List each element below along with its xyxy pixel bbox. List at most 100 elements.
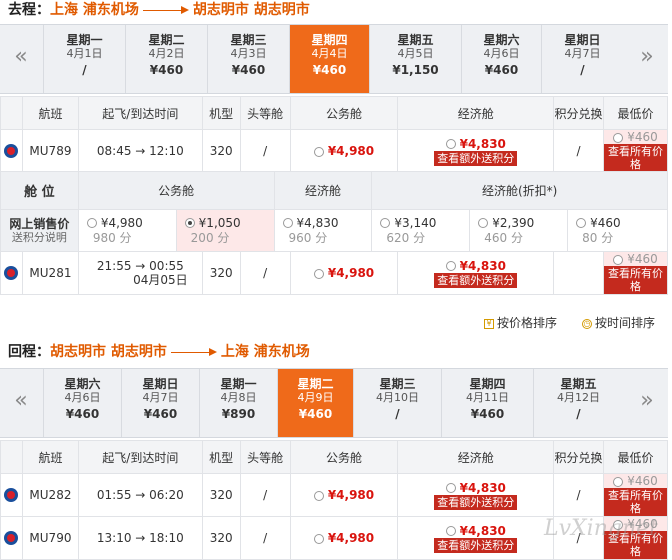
fare-option-selected[interactable]: ¥1,050 200 分 [175, 209, 275, 252]
view-extra-points-button[interactable]: 查看额外送积分 [434, 150, 518, 166]
outbound-day-4-selected[interactable]: 星期四 4月4日 ¥460 [289, 25, 369, 93]
first-class-fare: / [239, 251, 291, 295]
outbound-label: 去程： [8, 2, 50, 18]
fare-radio[interactable] [380, 218, 391, 228]
radio-business[interactable] [313, 490, 324, 501]
sort-by-price-link[interactable]: ¥ 按价格排序 [484, 314, 557, 331]
fare-radio[interactable] [86, 218, 97, 228]
lowest-fare-option[interactable]: ¥460 查看所有价格 [603, 129, 668, 173]
radio-business[interactable] [313, 533, 324, 544]
site-watermark: LvXingnet [543, 516, 658, 541]
day-date: 4月7日 [564, 47, 601, 60]
header-lowest: 最低价 [603, 440, 668, 474]
return-day-4-selected[interactable]: 星期二 4月9日 ¥460 [277, 369, 353, 437]
lowest-price: ¥460 [627, 252, 658, 266]
return-day-1[interactable]: 星期六 4月6日 ¥460 [43, 369, 121, 437]
next-week-icon[interactable]: » [626, 25, 668, 93]
points-redeem [553, 251, 605, 295]
fare-price: ¥3,140 [394, 215, 437, 230]
prev-week-icon[interactable]: « [0, 369, 42, 437]
radio-economy[interactable] [445, 526, 456, 536]
outbound-day-2[interactable]: 星期二 4月2日 ¥460 [125, 25, 207, 93]
radio-lowest[interactable] [613, 476, 624, 487]
outbound-day-5[interactable]: 星期五 4月5日 ¥1,150 [369, 25, 461, 93]
view-extra-points-button[interactable]: 查看额外送积分 [434, 494, 518, 510]
return-to: 上海 浦东机场 [220, 344, 310, 360]
economy-price: ¥4,830 [459, 480, 506, 495]
view-all-prices-button[interactable]: 查看所有价格 [604, 488, 667, 516]
view-all-prices-button[interactable]: 查看所有价格 [604, 144, 667, 172]
table-header-row: 航班 起飞/到达时间 机型 头等舱 公务舱 经济舱 积分兑换 最低价 [0, 440, 668, 474]
clock-icon: ◷ [582, 318, 592, 329]
return-day-5[interactable]: 星期三 4月10日 / [353, 369, 441, 437]
radio-economy[interactable] [445, 261, 456, 271]
day-weekday: 星期三 [230, 33, 267, 47]
first-class-fare: / [239, 473, 291, 517]
view-all-prices-button[interactable]: 查看所有价格 [604, 266, 667, 294]
header-aircraft: 机型 [201, 440, 241, 474]
radio-lowest[interactable] [613, 132, 624, 143]
view-extra-points-button[interactable]: 查看额外送积分 [434, 272, 518, 288]
lowest-price: ¥460 [627, 474, 658, 488]
business-fare-option[interactable]: ¥4,980 [289, 129, 399, 173]
outbound-day-6[interactable]: 星期六 4月6日 ¥460 [461, 25, 541, 93]
view-extra-points-button[interactable]: 查看额外送积分 [434, 537, 518, 553]
fare-radio[interactable] [184, 218, 195, 228]
aircraft-type: 320 [201, 473, 241, 517]
next-week-icon[interactable]: » [626, 369, 668, 437]
lowest-fare-option[interactable]: ¥460 查看所有价格 [603, 251, 668, 295]
aircraft-type: 320 [201, 516, 241, 560]
return-day-3[interactable]: 星期一 4月8日 ¥890 [199, 369, 277, 437]
fare-points: 80 分 [582, 230, 614, 245]
economy-fare-option[interactable]: ¥4,830 查看额外送积分 [397, 129, 555, 173]
header-lowest: 最低价 [603, 96, 668, 130]
fare-option[interactable]: ¥4,830 960 分 [273, 209, 373, 252]
points-explain-link[interactable]: 送积分说明 [1, 231, 78, 245]
day-weekday: 星期一 [66, 33, 103, 47]
outbound-day-3[interactable]: 星期三 4月3日 ¥460 [207, 25, 289, 93]
outbound-day-1[interactable]: 星期一 4月1日 / [43, 25, 125, 93]
aircraft-type: 320 [201, 129, 241, 173]
economy-fare-option[interactable]: ¥4,830 查看额外送积分 [397, 251, 555, 295]
prev-week-icon[interactable]: « [0, 25, 42, 93]
radio-economy[interactable] [445, 139, 456, 149]
fare-radio[interactable] [576, 218, 587, 228]
fare-radio[interactable] [282, 218, 293, 228]
day-weekday: 星期六 [64, 377, 101, 391]
radio-economy[interactable] [445, 483, 456, 493]
business-fare-option[interactable]: ¥4,980 [289, 516, 399, 560]
fare-option[interactable]: ¥2,390 460 分 [469, 209, 569, 252]
lowest-fare-option[interactable]: ¥460 查看所有价格 [603, 473, 668, 517]
radio-business[interactable] [313, 268, 324, 279]
header-first: 头等舱 [239, 440, 291, 474]
day-price: ¥460 [312, 63, 347, 77]
radio-business[interactable] [313, 146, 324, 157]
fare-radio[interactable] [478, 218, 489, 228]
day-date: 4月3日 [230, 47, 267, 60]
day-date: 4月8日 [220, 391, 257, 404]
outbound-day-7[interactable]: 星期日 4月7日 / [541, 25, 623, 93]
aircraft-type: 320 [201, 251, 241, 295]
day-date: 4月6日 [483, 47, 520, 60]
outbound-flight-table: 航班 起飞/到达时间 机型 头等舱 公务舱 经济舱 积分兑换 最低价 MU789… [0, 96, 668, 173]
day-price: ¥460 [470, 407, 505, 421]
return-day-7[interactable]: 星期五 4月12日 / [533, 369, 623, 437]
business-fare-option[interactable]: ¥4,980 [289, 251, 399, 295]
return-day-2[interactable]: 星期日 4月7日 ¥460 [121, 369, 199, 437]
header-time: 起飞/到达时间 [77, 96, 203, 130]
economy-price: ¥4,830 [459, 523, 506, 538]
return-day-6[interactable]: 星期四 4月11日 ¥460 [441, 369, 533, 437]
airline-logo-icon [4, 266, 19, 281]
header-aircraft: 机型 [201, 96, 241, 130]
economy-fare-option[interactable]: ¥4,830 查看额外送积分 [397, 473, 555, 517]
sort-by-time-link[interactable]: ◷ 按时间排序 [582, 314, 655, 331]
radio-lowest[interactable] [613, 254, 624, 265]
day-date: 4月5日 [397, 47, 434, 60]
economy-fare-option[interactable]: ¥4,830 查看额外送积分 [397, 516, 555, 560]
fare-option[interactable]: ¥3,140 620 分 [371, 209, 471, 252]
fare-option[interactable]: ¥4,980 980 分 [77, 209, 177, 252]
first-class-fare: / [239, 516, 291, 560]
business-fare-option[interactable]: ¥4,980 [289, 473, 399, 517]
flight-number: MU282 [21, 473, 79, 517]
fare-option[interactable]: ¥460 80 分 [567, 209, 668, 252]
